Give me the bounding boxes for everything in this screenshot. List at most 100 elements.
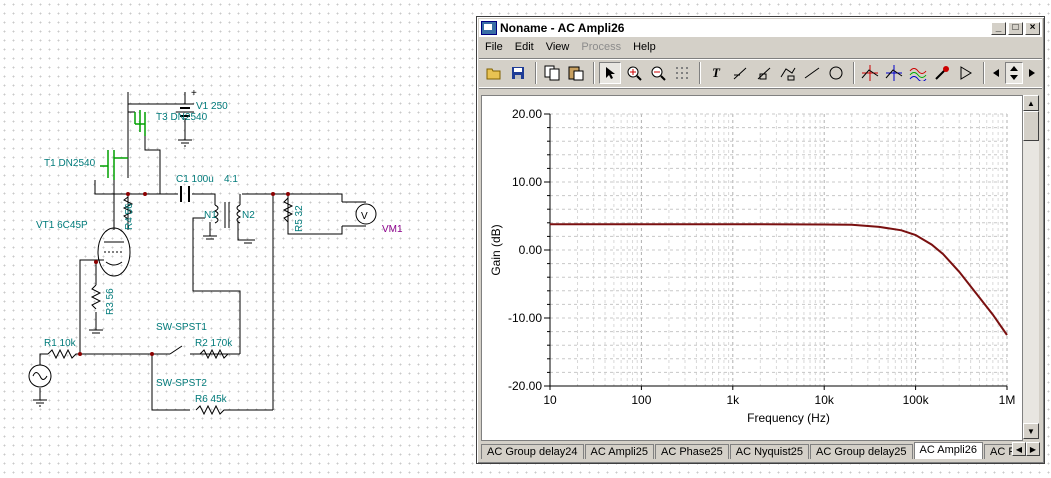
label-n2: N2 [242, 210, 255, 221]
x-tick-label: 100k [903, 393, 930, 407]
cursor-b-icon[interactable] [883, 62, 905, 84]
close-button[interactable]: × [1025, 21, 1040, 35]
text-icon[interactable]: T [705, 62, 727, 84]
y-axis-label: Gain (dB) [489, 224, 503, 275]
menu-edit[interactable]: Edit [509, 41, 540, 53]
label-sw1: SW-SPST1 [156, 322, 207, 333]
zoom-out-icon[interactable] [647, 62, 669, 84]
menu-view[interactable]: View [540, 41, 576, 53]
grid-icon[interactable] [671, 62, 693, 84]
label-v1: V1 250 [196, 101, 228, 112]
ground-icon [33, 235, 255, 407]
vertical-scrollbar[interactable]: ▲ ▼ [1023, 95, 1039, 439]
tab-ac-ampli26[interactable]: AC Ampli26 [913, 442, 983, 459]
minimize-button[interactable]: _ [991, 21, 1006, 35]
resistor-r6-icon[interactable] [195, 404, 230, 416]
tab-ac-nyquist25[interactable]: AC Nyquist25 [729, 444, 810, 459]
voltmeter-vm1-icon[interactable]: V [342, 201, 377, 227]
curve-tool-icon[interactable] [777, 62, 799, 84]
open-icon[interactable] [483, 62, 505, 84]
y-tick-label: 0.00 [519, 243, 543, 257]
line-icon[interactable] [801, 62, 823, 84]
tab-ac-group-delay25[interactable]: AC Group delay25 [810, 444, 913, 459]
tab-ac-group-delay24[interactable]: AC Group delay24 [481, 444, 584, 459]
zoom-in-icon[interactable] [623, 62, 645, 84]
toolbar-separator [535, 62, 537, 84]
label-t1: T1 DN2540 [44, 158, 96, 169]
label-r6: R6 45k [195, 394, 228, 405]
tab-scroll-left-icon[interactable]: ◀ [1012, 442, 1026, 456]
marker-icon[interactable] [931, 62, 953, 84]
label-r5: R5 32 [294, 205, 305, 232]
x-tick-label: 1M [999, 393, 1016, 407]
waveform-icon[interactable] [907, 62, 929, 84]
tab-ac-phase25[interactable]: AC Phase25 [654, 444, 729, 459]
plot-area[interactable]: 10 100 1k 10k 100k 1M 20.00 10.00 0.00 -10.00 -20.… [481, 95, 1023, 441]
window-title: Noname - AC Ampli26 [500, 21, 625, 35]
title-bar[interactable]: Noname - AC Ampli26 _ □ × [479, 19, 1042, 37]
pointer-icon[interactable] [599, 62, 621, 84]
label-n1: N1 [204, 210, 217, 221]
save-icon[interactable] [507, 62, 529, 84]
x-tick-label: 10k [815, 393, 835, 407]
line-tool-icon[interactable] [729, 62, 751, 84]
cursor-a-icon[interactable] [859, 62, 881, 84]
app-icon [481, 21, 497, 35]
transformer-icon[interactable] [213, 194, 242, 228]
label-c1: C1 100u [176, 174, 214, 185]
toolbar-separator [853, 62, 855, 84]
scroll-up-icon[interactable]: ▲ [1023, 95, 1039, 111]
toolbar-separator [699, 62, 701, 84]
y-tick-label: -10.00 [508, 311, 542, 325]
switch-sw1-icon[interactable] [169, 345, 183, 355]
x-tick-label: 10 [543, 393, 557, 407]
triangle-icon[interactable] [955, 62, 977, 84]
x-tick-label: 100 [631, 393, 651, 407]
analysis-tabs: AC Group delay24 AC Ampli25 AC Phase25 A… [481, 441, 1024, 459]
label-ratio: 4:1 [224, 174, 238, 185]
menu-help[interactable]: Help [627, 41, 662, 53]
tab-navigation: ◀ ▶ [1012, 442, 1040, 456]
mosfet-t3-icon[interactable] [134, 110, 146, 136]
label-sw2: SW-SPST2 [156, 378, 207, 389]
vacuum-tube-vt1-icon[interactable] [97, 227, 131, 277]
ac-source-icon[interactable] [28, 364, 52, 388]
scrollbar-thumb[interactable] [1023, 111, 1039, 141]
y-tick-label: 10.00 [512, 175, 542, 189]
label-t3: T3 DN2540 [156, 112, 208, 123]
label-r1: R1 10k [44, 338, 77, 349]
y-tick-label: -20.00 [508, 379, 542, 393]
analysis-window[interactable]: Noname - AC Ampli26 _ □ × File Edit View… [476, 16, 1045, 464]
menu-process[interactable]: Process [575, 41, 627, 53]
menu-bar: File Edit View Process Help [479, 38, 1042, 56]
svg-text:V: V [361, 211, 368, 222]
scroll-right-icon[interactable] [1025, 62, 1039, 84]
mosfet-t1-icon[interactable] [100, 150, 128, 180]
tab-scroll-right-icon[interactable]: ▶ [1026, 442, 1040, 456]
label-r4: R4 56 [124, 203, 135, 230]
copy-icon[interactable] [541, 62, 563, 84]
ground-icon [178, 139, 192, 147]
label-tool-icon[interactable] [753, 62, 775, 84]
scroll-down-icon[interactable]: ▼ [1023, 423, 1039, 439]
x-tick-label: 1k [726, 393, 740, 407]
tab-ac-ampli25[interactable]: AC Ampli25 [584, 444, 654, 459]
resistor-r3-icon[interactable] [90, 284, 102, 310]
capacitor-c1-icon[interactable] [180, 186, 190, 202]
circle-icon[interactable] [825, 62, 847, 84]
circuit-schematic[interactable]: + V V1 250 T3 DN2540 T1 DN2540 C1 100u 4… [0, 0, 476, 478]
gain-chart[interactable]: 10 100 1k 10k 100k 1M 20.00 10.00 0.00 -10.00 -20.… [482, 96, 1022, 440]
menu-file[interactable]: File [479, 41, 509, 53]
maximize-button[interactable]: □ [1008, 21, 1023, 35]
paste-icon[interactable] [565, 62, 587, 84]
x-axis-label: Frequency (Hz) [747, 411, 830, 425]
resistor-r1-icon[interactable] [47, 348, 80, 360]
scroll-updown-icon[interactable] [1005, 62, 1023, 84]
toolbar: T [479, 58, 1042, 88]
label-vt1: VT1 6C45P [36, 220, 88, 231]
scroll-left-icon[interactable] [989, 62, 1003, 84]
toolbar-separator [983, 62, 985, 84]
svg-text:+: + [191, 88, 197, 99]
y-tick-label: 20.00 [512, 107, 542, 121]
toolbar-separator [593, 62, 595, 84]
